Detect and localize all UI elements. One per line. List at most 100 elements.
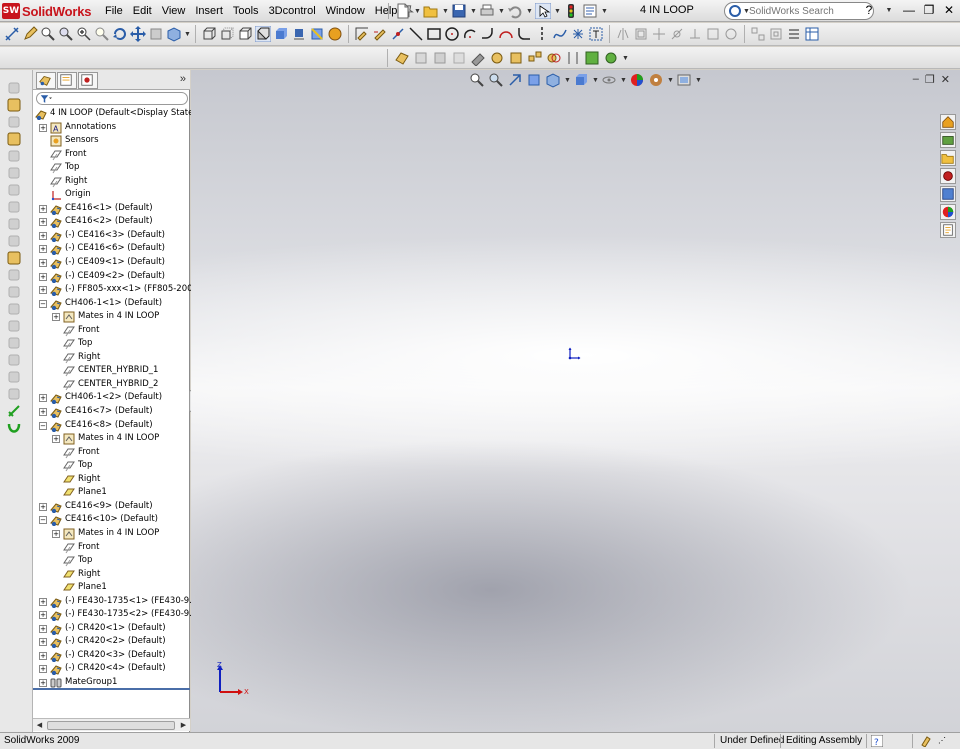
search-results-icon[interactable] [940, 168, 956, 184]
rotate-view-icon[interactable] [112, 26, 128, 42]
new-assembly-icon[interactable] [432, 50, 448, 66]
linear-pattern-icon[interactable] [5, 318, 23, 334]
hide-show-dropdown-icon[interactable]: ▼ [620, 77, 627, 84]
menu-insert[interactable]: Insert [190, 5, 228, 17]
section-view-icon[interactable] [309, 26, 325, 42]
tree-item[interactable]: Top [33, 161, 190, 175]
display-relations-icon[interactable] [705, 26, 721, 42]
viewport-restore-button[interactable]: ❐ [925, 73, 935, 86]
menu-file[interactable]: File [100, 5, 128, 17]
assembly-features-icon[interactable] [5, 250, 23, 266]
new-document-icon[interactable] [395, 3, 411, 19]
undo-icon[interactable] [507, 3, 523, 19]
rebuild-traffic-light-icon[interactable] [563, 3, 579, 19]
zoom-to-fit-icon[interactable] [469, 72, 485, 88]
linear-pattern-icon[interactable] [750, 26, 766, 42]
menu-3dcontrol[interactable]: 3Dcontrol [264, 5, 321, 17]
save-icon[interactable] [451, 3, 467, 19]
tree-item[interactable]: − CE416<10> (Default) [33, 513, 190, 527]
sketch-icon[interactable] [354, 26, 370, 42]
interference-detection-icon[interactable] [5, 216, 23, 232]
tree-item[interactable]: Right [33, 351, 190, 365]
tree-item[interactable]: Sensors [33, 134, 190, 148]
open-dropdown-icon[interactable]: ▼ [442, 8, 449, 15]
list-view-icon[interactable] [786, 26, 802, 42]
smart-dimension-icon[interactable] [4, 26, 20, 42]
tree-item[interactable]: + CE416<1> (Default) [33, 202, 190, 216]
mirror-entities-icon[interactable] [615, 26, 631, 42]
display-states-icon[interactable] [5, 386, 23, 402]
scroll-thumb[interactable] [47, 721, 175, 730]
view-orientation-dropdown-icon[interactable]: ▼ [564, 77, 571, 84]
zoom-area-icon[interactable] [488, 72, 504, 88]
expand-toggle-icon[interactable]: + [52, 529, 60, 538]
hidden-lines-visible-icon[interactable] [219, 26, 235, 42]
menu-window[interactable]: Window [321, 5, 370, 17]
expand-toggle-icon[interactable]: + [39, 597, 47, 606]
roll-view-icon[interactable] [148, 26, 164, 42]
tree-item[interactable]: + CH406-1<2> (Default) [33, 391, 190, 405]
expand-toggle-icon[interactable]: + [39, 502, 47, 511]
hidden-lines-removed-icon[interactable] [237, 26, 253, 42]
status-help-icon[interactable]: ? [871, 735, 883, 747]
viewport-close-button[interactable]: ✕ [941, 73, 950, 86]
repair-sketch-icon[interactable] [723, 26, 739, 42]
tree-item[interactable]: Front [33, 148, 190, 162]
resize-grip-icon[interactable]: ⋰ [938, 733, 946, 749]
save-dropdown-icon[interactable]: ▼ [470, 8, 477, 15]
expand-toggle-icon[interactable]: + [39, 638, 47, 647]
bill-of-materials-icon[interactable] [804, 26, 820, 42]
hole-series-icon[interactable] [565, 50, 581, 66]
shaded-with-edges-icon[interactable] [255, 26, 271, 42]
custom-properties-icon[interactable] [940, 222, 956, 238]
tree-item[interactable]: − CE416<8> (Default) [33, 419, 190, 433]
tab-configurationmanager[interactable] [78, 72, 98, 89]
tree-item[interactable]: Plane1 [33, 581, 190, 595]
expand-toggle-icon[interactable]: + [39, 286, 47, 295]
tree-item[interactable]: + Mates in 4 IN LOOP [33, 310, 190, 324]
expand-toggle-icon[interactable]: + [39, 678, 47, 687]
tangent-arc-icon[interactable] [480, 26, 496, 42]
point-icon[interactable] [570, 26, 586, 42]
insert-components-icon[interactable] [5, 97, 23, 113]
assembly-visualization-icon[interactable] [5, 369, 23, 385]
select-arrow-icon[interactable] [535, 3, 551, 19]
new-part-icon[interactable] [413, 50, 429, 66]
select-dropdown-icon[interactable]: ▼ [554, 8, 561, 15]
circular-pattern-icon[interactable] [768, 26, 784, 42]
collapse-toggle-icon[interactable]: − [39, 299, 47, 308]
pan-view-icon[interactable] [130, 26, 146, 42]
tree-item[interactable]: + CE416<7> (Default) [33, 405, 190, 419]
tree-item[interactable]: 4 IN LOOP (Default<Display State-1> [33, 107, 209, 121]
zoom-in-out-icon[interactable] [76, 26, 92, 42]
expand-toggle-icon[interactable]: + [39, 408, 47, 417]
tree-item[interactable]: + (-) CE409<2> (Default) [33, 270, 190, 284]
line-icon[interactable] [408, 26, 424, 42]
circle-icon[interactable] [444, 26, 460, 42]
tree-item[interactable]: + (-) FF805-xxx<1> (FF805-2000) [33, 283, 201, 297]
expand-toggle-icon[interactable]: + [39, 259, 47, 268]
menu-view[interactable]: View [157, 5, 191, 17]
tab-propertymanager[interactable] [57, 72, 77, 89]
sketch-pencil-icon[interactable] [22, 26, 38, 42]
assembly-origin-icon[interactable] [566, 346, 582, 362]
centerline-icon[interactable] [534, 26, 550, 42]
shaded-icon[interactable] [273, 26, 289, 42]
hole-wizard-icon[interactable] [5, 233, 23, 249]
wireframe-icon[interactable] [201, 26, 217, 42]
expand-toggle-icon[interactable]: + [39, 394, 47, 403]
tree-item[interactable]: + Mates in 4 IN LOOP [33, 432, 190, 446]
design-library-icon[interactable] [940, 132, 956, 148]
edit-component-icon[interactable] [5, 80, 23, 96]
appearances-scenes-icon[interactable] [940, 204, 956, 220]
sketch-text-icon[interactable] [588, 26, 604, 42]
view-settings-dropdown-icon[interactable]: ▼ [695, 77, 702, 84]
undo-dropdown-icon[interactable]: ▼ [526, 8, 533, 15]
hide-show-items-icon[interactable] [601, 72, 617, 88]
tree-item[interactable]: Front [33, 446, 190, 460]
interference-detection-icon[interactable] [546, 50, 562, 66]
reference-geometry-icon[interactable] [5, 267, 23, 283]
print-icon[interactable] [479, 3, 495, 19]
expand-toggle-icon[interactable]: + [39, 651, 47, 660]
expand-toggle-icon[interactable]: + [39, 218, 47, 227]
